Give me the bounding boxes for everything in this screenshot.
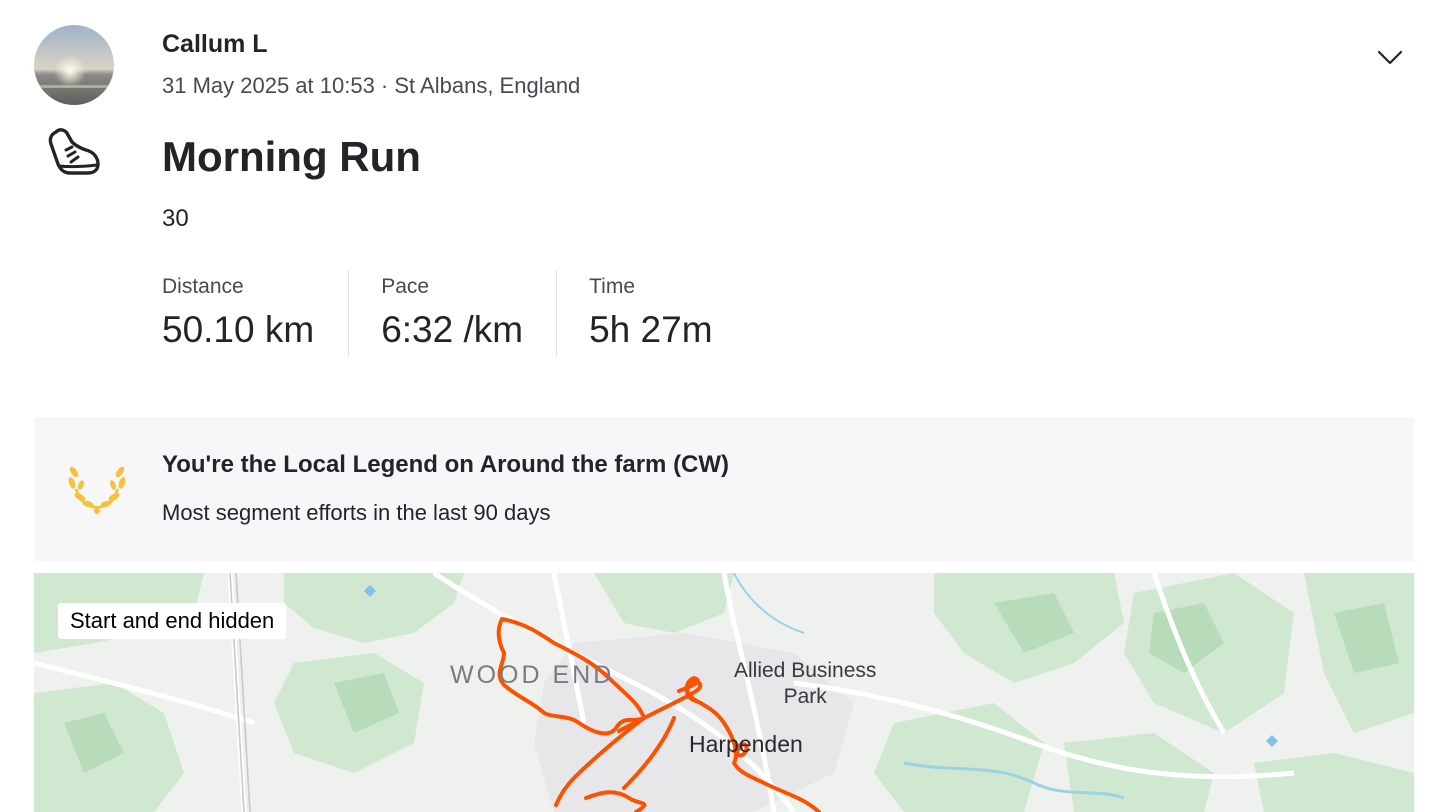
activity-meta: 31 May 2025 at 10:53 · St Albans, Englan… — [162, 73, 581, 98]
local-legend-title[interactable]: You're the Local Legend on Around the fa… — [162, 451, 729, 479]
activity-description: 30 — [162, 205, 189, 232]
laurel-wreath-icon — [64, 455, 130, 521]
activity-title[interactable]: Morning Run — [162, 133, 421, 181]
stat-pace: Pace 6:32 /km — [349, 270, 556, 356]
map-label-wood-end: WOOD END — [450, 661, 615, 689]
athlete-avatar[interactable] — [34, 25, 114, 105]
activity-stats: Distance 50.10 km Pace 6:32 /km Time 5h … — [162, 270, 713, 356]
stat-label: Pace — [381, 275, 430, 298]
stat-label: Time — [589, 275, 635, 298]
map-label-harpenden: Harpenden — [689, 731, 803, 757]
stat-value: 50.10 km — [162, 309, 315, 350]
running-shoe-icon — [46, 126, 102, 178]
map-label-allied-business-park: Allied Business Park — [734, 658, 876, 710]
local-legend-card[interactable] — [34, 417, 1414, 561]
stat-value: 6:32 /km — [381, 309, 524, 350]
map-label-line: Park — [783, 685, 827, 708]
stat-label: Distance — [162, 275, 244, 298]
privacy-badge: Start and end hidden — [58, 603, 287, 639]
stat-distance: Distance 50.10 km — [162, 270, 348, 356]
chevron-down-icon[interactable] — [1372, 40, 1408, 76]
stat-time: Time 5h 27m — [557, 270, 712, 356]
map-label-line: Allied Business — [734, 659, 877, 682]
stat-value: 5h 27m — [589, 309, 713, 350]
athlete-name[interactable]: Callum L — [162, 30, 268, 59]
route-map[interactable]: WOOD END Allied Business Park Harpenden … — [34, 573, 1414, 812]
local-legend-subtitle: Most segment efforts in the last 90 days — [162, 500, 551, 525]
